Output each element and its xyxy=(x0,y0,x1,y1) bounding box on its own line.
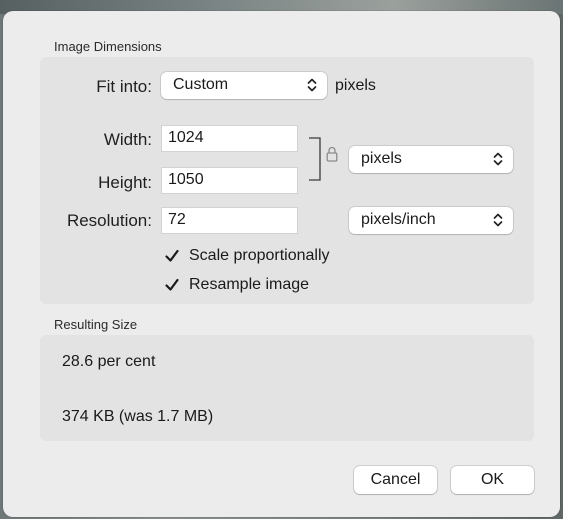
resolution-unit-value: pixels/inch xyxy=(361,211,436,228)
lock-icon[interactable] xyxy=(326,146,338,162)
resample-image-label: Resample image xyxy=(189,276,310,293)
link-bracket xyxy=(309,137,321,181)
image-dimensions-title: Image Dimensions xyxy=(54,39,162,54)
fit-into-unit: pixels xyxy=(335,77,376,94)
width-field[interactable]: 1024 xyxy=(161,125,298,152)
width-label: Width: xyxy=(103,130,152,149)
ok-button[interactable]: OK xyxy=(451,466,534,494)
height-label: Height: xyxy=(98,173,152,192)
fit-into-value: Custom xyxy=(173,76,229,93)
image-dimensions-panel: Fit into: Custom pixels Width: 1024 Heig… xyxy=(40,57,534,304)
resulting-size-title: Resulting Size xyxy=(54,317,138,332)
resample-image-checkbox[interactable]: Resample image xyxy=(164,276,424,296)
chevron-up-down-icon xyxy=(493,213,503,227)
size-unit-popup[interactable]: pixels xyxy=(349,146,513,173)
chevron-up-down-icon xyxy=(493,152,503,166)
resolution-unit-popup[interactable]: pixels/inch xyxy=(349,207,513,234)
resolution-field[interactable]: 72 xyxy=(161,207,298,234)
height-field[interactable]: 1050 xyxy=(161,167,298,194)
image-size-dialog: Image Dimensions Fit into: Custom pixels… xyxy=(3,11,560,517)
resulting-size-panel: 28.6 per cent 374 KB (was 1.7 MB) xyxy=(40,335,534,441)
fit-into-label: Fit into: xyxy=(96,77,152,96)
scale-proportionally-checkbox[interactable]: Scale proportionally xyxy=(164,247,424,267)
chevron-up-down-icon xyxy=(307,78,317,92)
fit-into-popup[interactable]: Custom xyxy=(161,72,327,99)
result-size: 374 KB (was 1.7 MB) xyxy=(62,408,214,425)
scale-proportionally-label: Scale proportionally xyxy=(189,247,330,264)
checkmark-icon xyxy=(165,278,179,291)
size-unit-value: pixels xyxy=(361,150,402,167)
cancel-button[interactable]: Cancel xyxy=(354,466,437,494)
resolution-label: Resolution: xyxy=(66,211,152,230)
checkmark-icon xyxy=(165,249,179,262)
result-percent: 28.6 per cent xyxy=(62,353,156,370)
